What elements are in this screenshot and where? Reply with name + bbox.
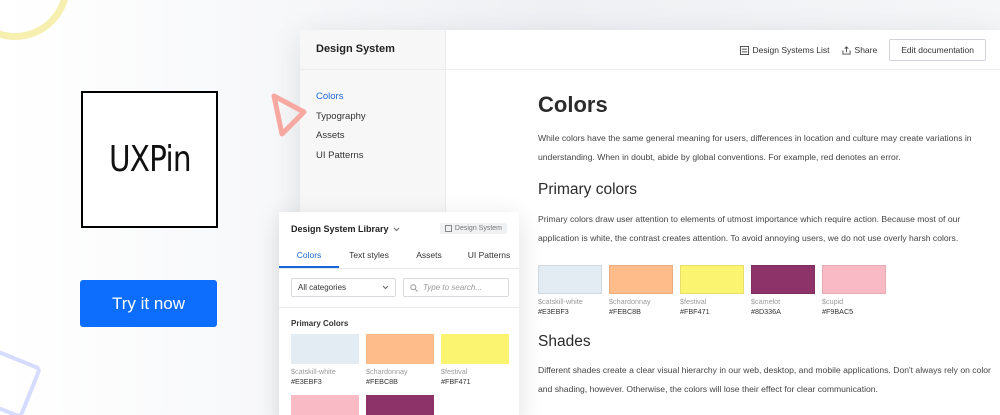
swatch-color: [366, 395, 434, 415]
swatch-color: [538, 265, 602, 294]
chevron-down-icon: [393, 227, 399, 231]
shades-paragraph: Different shades create a clear visual h…: [538, 365, 991, 394]
library-color-swatch[interactable]: $chardonnay #FEBC8B: [366, 334, 434, 386]
page-title: Colors: [538, 92, 608, 117]
swatch-color: [366, 334, 434, 364]
library-tabs: Colors Text styles Assets UI Patterns: [279, 244, 519, 269]
swatch-hex: #F9BAC5: [822, 307, 854, 316]
swatch-name: $chardonnay: [609, 297, 651, 306]
swatch-name: $chardonnay: [366, 367, 408, 376]
color-swatch[interactable]: $festival #FBF471: [680, 265, 745, 316]
swatch-hex: #FBF471: [441, 377, 471, 386]
share-label: Share: [854, 45, 878, 55]
swatch-name: $catskill-white: [291, 367, 336, 376]
swatch-color: [609, 265, 673, 294]
try-it-now-button[interactable]: Try it now: [80, 280, 217, 327]
swatch-color: [680, 265, 744, 294]
divider: [300, 69, 445, 70]
logo-text: UXPin: [108, 139, 192, 180]
swatch-hex: #FBF471: [680, 307, 710, 316]
design-system-title: Design System: [316, 43, 395, 55]
color-swatch[interactable]: $catskill-white #E3EBF3: [538, 265, 603, 316]
swatch-name: $cupid: [822, 297, 844, 306]
share-link[interactable]: Share: [841, 45, 878, 55]
color-swatch[interactable]: $camelot #8D336A: [751, 265, 816, 316]
divider: [279, 307, 519, 308]
intro-paragraph: While colors have the same general meani…: [538, 133, 972, 162]
primary-colors-section-title: Primary Colors: [291, 319, 349, 328]
swatch-name: $festival: [680, 297, 707, 306]
swatch-color: [291, 395, 359, 415]
design-system-badge[interactable]: Design System: [439, 223, 507, 234]
category-select-value: All categories: [298, 283, 347, 292]
library-title-label: Design System Library: [291, 224, 389, 234]
swatch-hex: #E3EBF3: [538, 307, 569, 316]
external-link-icon: [444, 225, 452, 232]
library-swatch-grid: $catskill-white #E3EBF3 $chardonnay #FEBC8B…: [291, 334, 509, 415]
edit-documentation-button[interactable]: Edit documentation: [889, 39, 986, 61]
tab-text-styles[interactable]: Text styles: [339, 244, 399, 268]
library-color-swatch[interactable]: [291, 395, 359, 415]
tab-assets[interactable]: Assets: [399, 244, 459, 268]
swatch-color: [822, 265, 886, 294]
swatch-hex: #FEBC8B: [366, 377, 398, 386]
decorative-square: [0, 346, 43, 415]
decorative-ring: [0, 0, 70, 40]
decorative-triangle: [271, 93, 307, 137]
design-systems-list-link[interactable]: Design Systems List: [739, 45, 830, 55]
doc-header-actions: Design Systems List Share Edit documenta…: [739, 39, 986, 61]
nav-item-typography[interactable]: Typography: [316, 111, 366, 122]
library-title[interactable]: Design System Library: [291, 224, 400, 234]
color-swatch[interactable]: $cupid #F9BAC5: [822, 265, 887, 316]
design-systems-list-label: Design Systems List: [752, 45, 830, 55]
nav-item-assets[interactable]: Assets: [316, 130, 345, 141]
tab-colors[interactable]: Colors: [279, 244, 339, 268]
swatch-hex: #8D336A: [751, 307, 781, 316]
swatch-color: [441, 334, 509, 364]
swatch-name: $camelot: [751, 297, 781, 306]
color-swatch[interactable]: $chardonnay #FEBC8B: [609, 265, 674, 316]
swatch-name: $catskill-white: [538, 297, 583, 306]
divider: [446, 69, 1000, 70]
category-select[interactable]: All categories: [291, 278, 396, 297]
primary-colors-heading: Primary colors: [538, 181, 638, 198]
library-color-swatch[interactable]: [366, 395, 434, 415]
swatch-hex: #FEBC8B: [609, 307, 641, 316]
uxpin-logo: UXPin: [81, 91, 218, 228]
doc-content: Colors While colors have the same genera…: [538, 92, 993, 399]
design-system-library-panel: Design System Library Design System Colo…: [279, 212, 519, 415]
search-icon: [410, 283, 418, 292]
share-icon: [841, 45, 851, 55]
list-icon: [739, 45, 749, 55]
swatch-color: [751, 265, 815, 294]
library-color-swatch[interactable]: $catskill-white #E3EBF3: [291, 334, 359, 386]
primary-colors-paragraph: Primary colors draw user attention to el…: [538, 214, 961, 243]
tab-ui-patterns[interactable]: UI Patterns: [459, 244, 519, 268]
swatch-name: $festival: [441, 367, 468, 376]
search-placeholder: Type to search...: [423, 283, 482, 292]
nav-item-colors[interactable]: Colors: [316, 91, 343, 102]
shades-heading: Shades: [538, 333, 591, 350]
library-search-input[interactable]: Type to search...: [403, 278, 509, 297]
badge-label: Design System: [454, 225, 502, 232]
library-color-swatch[interactable]: $festival #FBF471: [441, 334, 509, 386]
swatch-row: $catskill-white #E3EBF3 $chardonnay #FEBC8B…: [538, 265, 993, 316]
nav-item-ui-patterns[interactable]: UI Patterns: [316, 150, 364, 161]
swatch-color: [291, 334, 359, 364]
chevron-down-icon: [382, 285, 389, 290]
swatch-hex: #E3EBF3: [291, 377, 322, 386]
